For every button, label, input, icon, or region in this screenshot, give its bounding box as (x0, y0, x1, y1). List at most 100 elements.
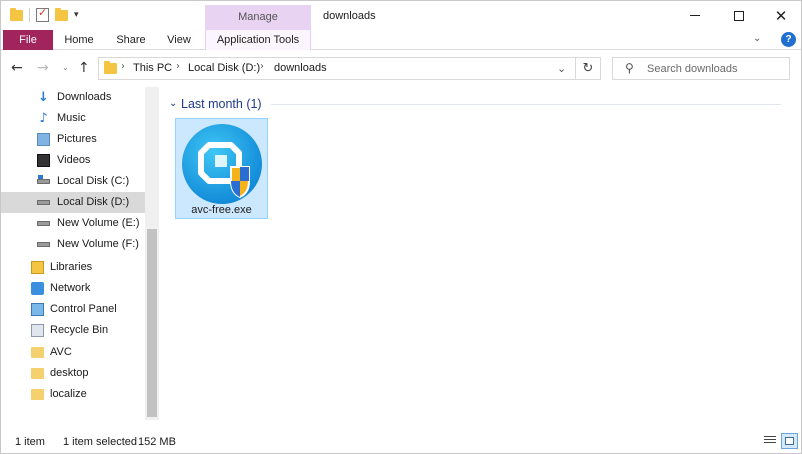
status-bar: 1 item 1 item selected 152 MB (1, 430, 801, 453)
maximize-icon (734, 10, 744, 21)
drive-icon (37, 221, 50, 226)
sidebar-item-avc[interactable]: AVC (1, 342, 145, 363)
collapse-group-chevron-icon[interactable]: ⌄ (169, 98, 177, 109)
maximize-button[interactable] (719, 1, 759, 30)
sidebar-item-label: New Volume (E:) (57, 217, 140, 229)
sidebar-item-label: Downloads (57, 91, 112, 103)
ribbon-tabs: File Home Share View Application Tools ⌄… (1, 30, 801, 50)
control-panel-icon (31, 303, 44, 316)
details-view-icon[interactable] (761, 434, 777, 448)
breadcrumb-local-disk-d[interactable]: Local Disk (D:) (188, 62, 260, 74)
navigation-pane: ↓ Downloads ♪ Music Pictures Videos Loca… (1, 87, 159, 420)
sidebar-item-label: localize (50, 388, 87, 400)
sidebar-item-label: Local Disk (D:) (57, 196, 130, 208)
sidebar-item-label: New Volume (F:) (57, 238, 139, 250)
sidebar-item-label: desktop (50, 367, 89, 379)
minimize-button[interactable] (675, 1, 715, 30)
recent-locations-chevron-icon[interactable]: ⌄ (62, 63, 69, 72)
back-arrow-icon[interactable]: ← (11, 60, 23, 76)
close-icon: ✕ (774, 6, 788, 25)
help-icon[interactable]: ? (781, 32, 796, 47)
expand-ribbon-chevron-icon[interactable]: ⌄ (753, 33, 761, 44)
details-view-line (764, 436, 776, 437)
group-header-label[interactable]: Last month (1) (181, 97, 262, 111)
breadcrumb-separator-icon[interactable]: › (121, 61, 125, 72)
properties-icon[interactable] (36, 6, 49, 22)
tab-share[interactable]: Share (111, 30, 151, 50)
navigation-pane-scrollbar[interactable] (145, 87, 159, 420)
window-title: downloads (323, 10, 376, 22)
status-item-count: 1 item (15, 436, 45, 448)
folder-icon (104, 61, 117, 74)
drive-icon (37, 242, 50, 247)
sidebar-item-label: Control Panel (50, 303, 117, 315)
sidebar-item-new-volume-e[interactable]: New Volume (E:) (1, 213, 145, 234)
refresh-button[interactable]: ↻ (576, 57, 601, 80)
music-icon: ♪ (39, 111, 48, 126)
sidebar-item-control-panel[interactable]: Control Panel (1, 299, 145, 320)
explorer-window: ▾ Manage downloads ✕ File Home Share Vie… (0, 0, 802, 454)
forward-arrow-icon[interactable]: → (37, 60, 49, 76)
sidebar-item-desktop[interactable]: desktop (1, 363, 145, 384)
recycle-bin-icon (31, 324, 44, 337)
sidebar-item-label: Music (57, 112, 86, 124)
folder-icon (31, 347, 44, 358)
breadcrumb-this-pc[interactable]: This PC (133, 62, 172, 74)
sidebar-item-label: Videos (57, 154, 91, 166)
breadcrumb-separator-icon[interactable]: › (260, 61, 264, 72)
sidebar-item-label: Recycle Bin (50, 324, 109, 336)
quick-access-toolbar: ▾ (10, 6, 79, 22)
downloads-icon: ↓ (38, 90, 49, 105)
minimize-icon (690, 15, 700, 16)
details-view-line (764, 442, 776, 443)
sidebar-item-recycle-bin[interactable]: Recycle Bin (1, 320, 145, 341)
sidebar-item-label: AVC (50, 346, 72, 358)
network-icon (31, 282, 44, 295)
tab-view[interactable]: View (161, 30, 197, 50)
sidebar-item-local-disk-d[interactable]: Local Disk (D:) (1, 192, 145, 213)
manage-context-tab[interactable]: Manage (205, 5, 311, 30)
search-input[interactable] (647, 61, 785, 77)
drive-icon (37, 200, 50, 205)
status-selected-count: 1 item selected (63, 436, 137, 448)
pictures-icon (37, 133, 50, 146)
tab-file[interactable]: File (3, 30, 53, 50)
sidebar-item-music[interactable]: ♪ Music (1, 108, 145, 129)
details-view-line (764, 439, 776, 440)
tab-application-tools[interactable]: Application Tools (205, 30, 311, 50)
breadcrumb-downloads[interactable]: downloads (274, 62, 327, 74)
up-arrow-icon[interactable]: ↑ (78, 60, 90, 76)
toolbar-divider (29, 8, 30, 22)
file-item[interactable]: avc-free.exe (175, 118, 268, 219)
close-button[interactable]: ✕ (761, 1, 801, 30)
sidebar-item-network[interactable]: Network (1, 278, 145, 299)
sidebar-item-pictures[interactable]: Pictures (1, 129, 145, 150)
large-icons-view-icon[interactable] (781, 433, 798, 449)
search-icon: ⚲ (625, 61, 634, 75)
scrollbar-thumb[interactable] (147, 229, 157, 417)
avc-installer-icon (182, 124, 262, 204)
tab-home[interactable]: Home (59, 30, 99, 50)
folder-icon (31, 389, 44, 400)
sidebar-item-videos[interactable]: Videos (1, 150, 145, 171)
customize-toolbar-chevron-icon[interactable]: ▾ (74, 10, 79, 20)
title-bar: ▾ Manage downloads ✕ (1, 1, 801, 30)
libraries-icon (31, 261, 44, 274)
new-folder-icon[interactable] (55, 7, 68, 21)
address-bar[interactable]: › This PC › Local Disk (D:) › downloads … (98, 57, 576, 80)
file-name[interactable]: avc-free.exe (176, 204, 267, 216)
file-list-pane: ⌄ Last month (1) avc-free.exe (159, 87, 801, 420)
sidebar-item-new-volume-f[interactable]: New Volume (F:) (1, 234, 145, 255)
sidebar-item-local-disk-c[interactable]: Local Disk (C:) (1, 171, 145, 192)
sidebar-item-label: Libraries (50, 261, 93, 273)
sidebar-item-localize[interactable]: localize (1, 384, 145, 405)
breadcrumb-separator-icon[interactable]: › (176, 61, 180, 72)
group-header-divider (271, 104, 781, 105)
sidebar-item-libraries[interactable]: Libraries (1, 257, 145, 278)
search-box[interactable]: ⚲ (612, 57, 790, 80)
sidebar-item-downloads[interactable]: ↓ Downloads (1, 87, 145, 108)
refresh-icon: ↻ (582, 61, 594, 76)
address-history-chevron-icon[interactable]: ⌄ (557, 62, 566, 75)
navigation-bar: ← → ⌄ ↑ › This PC › Local Disk (D:) › do… (1, 51, 801, 87)
drive-icon (37, 175, 50, 184)
